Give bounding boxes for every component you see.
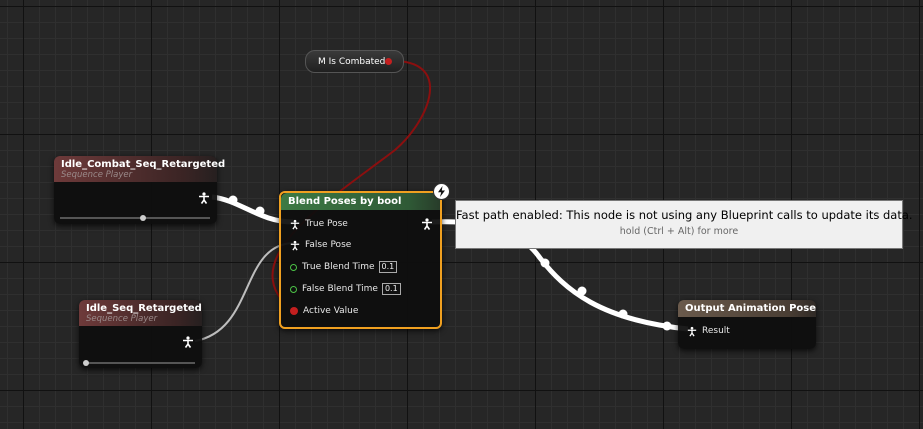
pose-figure-icon[interactable] xyxy=(182,336,194,348)
pin-label: False Pose xyxy=(305,240,352,250)
false-blend-time-input[interactable]: 0.1 xyxy=(381,283,401,295)
is-combated-variable-node[interactable]: M Is Combated xyxy=(305,50,404,73)
idle-sequence-player-node[interactable]: Idle_Seq_Retargeted Sequence Player xyxy=(79,300,202,368)
wire-reroute-dot xyxy=(228,195,238,205)
node-title: Idle_Seq_Retargeted xyxy=(86,303,202,314)
playback-slider-knob[interactable] xyxy=(140,215,146,221)
pin-label: True Pose xyxy=(305,219,348,229)
node-header: Blend Poses by bool xyxy=(281,193,440,210)
node-header: Output Animation Pose xyxy=(678,300,816,317)
blend-poses-by-bool-node[interactable]: Blend Poses by bool True Pose False Pose… xyxy=(279,191,442,329)
active-value-pin[interactable]: Active Value xyxy=(290,304,358,318)
lightning-bolt-icon[interactable] xyxy=(433,183,450,200)
pose-figure-icon xyxy=(687,326,697,336)
idle-combat-sequence-player-node[interactable]: Idle_Combat_Seq_Retargeted Sequence Play… xyxy=(54,156,226,224)
pose-figure-icon xyxy=(290,219,300,229)
red-dot-icon[interactable] xyxy=(385,58,392,65)
result-pin[interactable]: Result xyxy=(687,324,730,338)
red-dot-icon xyxy=(290,307,298,315)
lightning-bolt-glyph xyxy=(438,186,445,197)
is-combated-label: M Is Combated xyxy=(318,56,386,67)
false-pose-pin[interactable]: False Pose xyxy=(290,238,351,252)
output-animation-pose-node[interactable]: Output Animation Pose Result xyxy=(678,300,816,349)
pin-label: Result xyxy=(702,326,730,336)
wire-reroute-dot xyxy=(662,321,672,331)
true-blend-time-pin[interactable]: True Blend Time 0.1 xyxy=(290,260,398,274)
node-subtitle: Sequence Player xyxy=(61,170,133,180)
green-ring-icon xyxy=(290,285,297,293)
pin-label: False Blend Time xyxy=(302,284,378,294)
pin-label: Active Value xyxy=(303,306,359,316)
playback-slider-track[interactable] xyxy=(85,362,195,364)
playback-slider-knob[interactable] xyxy=(83,360,89,366)
node-title: Blend Poses by bool xyxy=(288,196,402,207)
node-title: Idle_Combat_Seq_Retargeted xyxy=(61,159,226,170)
green-ring-icon xyxy=(290,263,297,271)
false-blend-time-pin[interactable]: False Blend Time 0.1 xyxy=(290,282,401,296)
tooltip-hint: hold (Ctrl + Alt) for more xyxy=(619,226,739,237)
true-blend-time-input[interactable]: 0.1 xyxy=(378,261,398,273)
node-header: Idle_Combat_Seq_Retargeted Sequence Play… xyxy=(54,156,226,182)
tooltip-text: Fast path enabled: This node is not usin… xyxy=(456,208,913,222)
wire-reroute-dot xyxy=(577,286,587,296)
fast-path-tooltip: Fast path enabled: This node is not usin… xyxy=(455,200,913,249)
true-pose-pin[interactable]: True Pose xyxy=(290,217,348,231)
pose-figure-icon[interactable] xyxy=(421,218,433,230)
node-subtitle: Sequence Player xyxy=(86,314,158,324)
node-title: Output Animation Pose xyxy=(685,303,817,314)
pose-figure-icon[interactable] xyxy=(198,192,210,204)
pin-label: True Blend Time xyxy=(302,262,375,272)
pose-figure-icon xyxy=(290,240,300,250)
node-header: Idle_Seq_Retargeted Sequence Player xyxy=(79,300,202,326)
playback-slider-track[interactable] xyxy=(60,217,210,219)
wire-reroute-dot xyxy=(540,258,550,268)
wire-reroute-dot xyxy=(255,206,265,216)
wire-reroute-dot xyxy=(618,309,628,319)
